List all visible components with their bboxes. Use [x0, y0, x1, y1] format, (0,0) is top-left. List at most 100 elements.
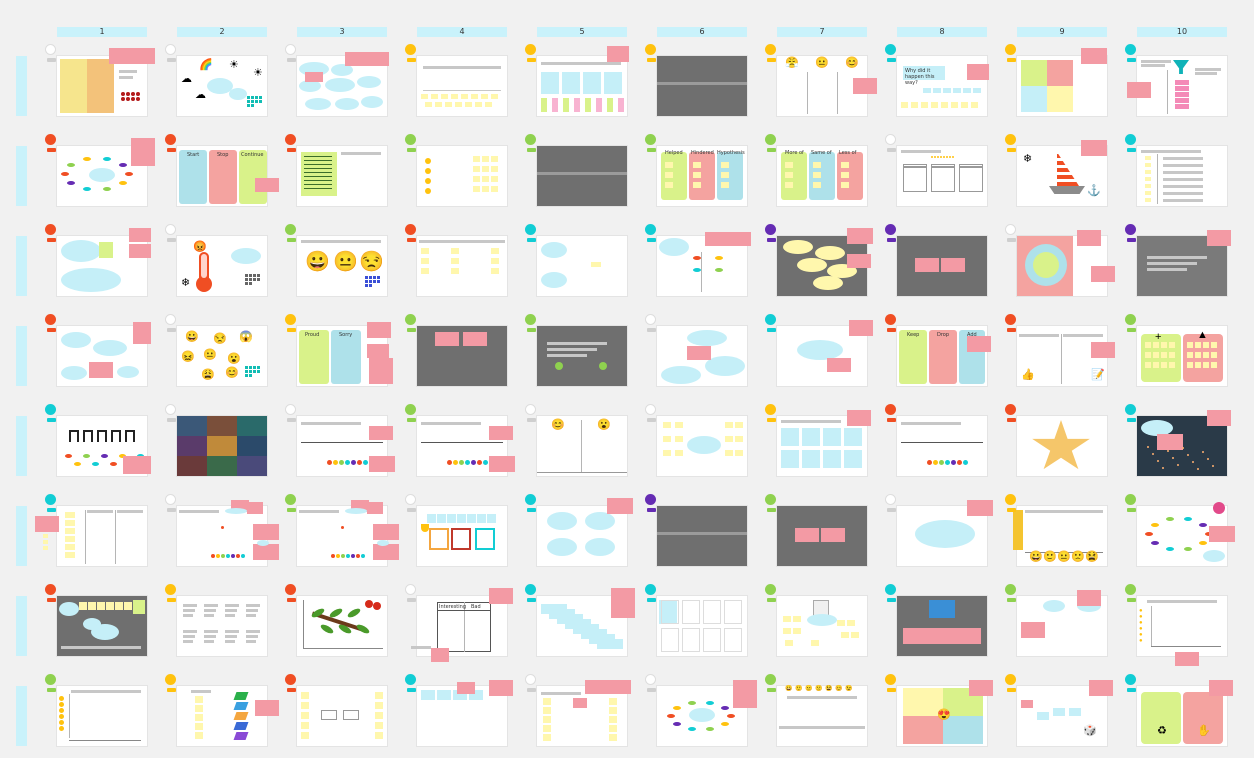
status-dot[interactable] [405, 44, 416, 55]
pink-sticky-note[interactable] [847, 254, 871, 268]
pink-sticky-note[interactable] [255, 700, 279, 716]
template-frame-r8c10[interactable]: ♻ ✋ [1137, 680, 1233, 746]
status-dot[interactable] [165, 674, 176, 685]
pink-sticky-note[interactable] [1175, 652, 1199, 666]
status-dot[interactable] [885, 224, 896, 235]
template-frame-r1c6[interactable] [657, 56, 747, 116]
pink-sticky-note[interactable] [1207, 410, 1231, 426]
status-dot[interactable] [1125, 674, 1136, 685]
pink-sticky-note[interactable] [247, 502, 263, 514]
status-dot[interactable] [525, 134, 536, 145]
pink-sticky-note[interactable] [345, 52, 389, 66]
template-frame-r4c9[interactable]: 👍 📝 [1017, 326, 1115, 386]
pink-sticky-note[interactable] [463, 332, 487, 346]
template-frame-r4c6[interactable] [657, 326, 747, 386]
pink-sticky-note[interactable] [1077, 230, 1101, 246]
pink-sticky-note[interactable] [431, 648, 449, 662]
template-frame-r7c7[interactable] [777, 596, 867, 656]
status-dot[interactable] [45, 404, 56, 415]
pink-sticky-note[interactable] [607, 46, 629, 62]
pink-sticky-note[interactable] [369, 426, 393, 440]
board-canvas[interactable]: 1 2 3 4 5 6 7 8 9 10 🌈 ☀ ☀ ☁ ☁ 😤 😐 😊 Why did it happen thi… [0, 0, 1254, 758]
status-dot[interactable] [1125, 404, 1136, 415]
template-frame-r5c6[interactable] [657, 416, 747, 476]
row-header-7[interactable] [16, 596, 27, 656]
status-dot[interactable] [765, 404, 776, 415]
status-dot[interactable] [1125, 494, 1136, 505]
row-header-3[interactable] [16, 236, 27, 296]
column-header-3[interactable]: 3 [297, 27, 387, 37]
template-frame-r3c9[interactable] [1017, 230, 1115, 296]
status-dot[interactable] [1005, 224, 1016, 235]
status-dot[interactable] [45, 494, 56, 505]
pink-sticky-note[interactable] [955, 628, 981, 644]
status-dot[interactable] [765, 44, 776, 55]
template-frame-r4c8[interactable]: Keep Drop Add [897, 326, 991, 386]
template-frame-r7c6[interactable] [657, 596, 747, 656]
template-frame-r4c3[interactable]: Proud Sorry [297, 322, 393, 386]
template-frame-r8c2[interactable] [177, 686, 279, 746]
template-frame-r4c10[interactable]: + ▲ [1137, 326, 1227, 386]
status-dot[interactable] [765, 224, 776, 235]
status-dot[interactable] [285, 134, 296, 145]
column-header-2[interactable]: 2 [177, 27, 267, 37]
template-frame-r3c4[interactable] [417, 236, 507, 296]
pink-sticky-note[interactable] [1209, 526, 1235, 542]
pink-sticky-note[interactable] [733, 680, 757, 708]
template-frame-r8c5[interactable] [537, 680, 631, 746]
status-dot[interactable] [285, 44, 296, 55]
pink-sticky-note[interactable] [1021, 622, 1045, 638]
status-dot[interactable] [1005, 314, 1016, 325]
template-frame-r1c9[interactable] [1017, 48, 1107, 116]
status-dot[interactable] [765, 314, 776, 325]
status-dot[interactable] [405, 494, 416, 505]
column-header-9[interactable]: 9 [1017, 27, 1107, 37]
template-frame-r2c10[interactable] [1137, 146, 1227, 206]
template-frame-r4c4[interactable] [417, 326, 507, 386]
status-dot[interactable] [45, 674, 56, 685]
template-frame-r5c8[interactable] [897, 416, 987, 476]
pink-sticky-note[interactable] [1089, 680, 1113, 696]
column-header-4[interactable]: 4 [417, 27, 507, 37]
status-dot[interactable] [765, 584, 776, 595]
pink-sticky-note[interactable] [967, 500, 993, 516]
status-dot[interactable] [285, 314, 296, 325]
status-dot[interactable] [525, 314, 536, 325]
pink-sticky-note[interactable] [373, 524, 399, 540]
pink-sticky-note[interactable] [89, 362, 113, 378]
column-header-6[interactable]: 6 [657, 27, 747, 37]
template-frame-r8c8[interactable]: 😍 [897, 680, 993, 746]
status-dot[interactable] [165, 44, 176, 55]
pink-sticky-note[interactable] [903, 628, 929, 644]
template-frame-r3c3[interactable]: 😀 😐 😒 [297, 236, 387, 296]
template-frame-r7c8[interactable] [897, 596, 987, 656]
template-frame-r7c10[interactable]: ● ● ● ● ● ● [1137, 596, 1227, 666]
pink-sticky-note[interactable] [821, 528, 845, 542]
pink-sticky-note[interactable] [457, 682, 475, 694]
status-dot[interactable] [1125, 314, 1136, 325]
template-frame-r3c5[interactable] [537, 236, 627, 296]
pink-sticky-note[interactable] [253, 544, 279, 560]
status-dot[interactable] [1125, 224, 1136, 235]
status-dot[interactable] [525, 584, 536, 595]
status-dot[interactable] [885, 134, 896, 145]
status-dot[interactable] [885, 44, 896, 55]
row-header-5[interactable] [16, 416, 27, 476]
template-frame-r3c1[interactable] [57, 228, 151, 296]
status-dot[interactable] [165, 584, 176, 595]
status-dot[interactable] [885, 314, 896, 325]
pink-sticky-note[interactable] [1127, 82, 1151, 98]
pink-sticky-note[interactable] [607, 498, 633, 514]
status-dot[interactable] [885, 674, 896, 685]
template-frame-r6c7[interactable] [777, 506, 867, 566]
template-frame-r8c7[interactable]: 😀 🙂 😐 🙁 😫 😊 😉 [777, 686, 867, 746]
status-dot[interactable] [885, 404, 896, 415]
template-frame-r8c9[interactable]: 🎲 [1017, 680, 1113, 746]
status-dot[interactable] [1005, 404, 1016, 415]
status-dot[interactable] [525, 404, 536, 415]
pink-sticky-note[interactable] [369, 358, 393, 384]
template-frame-r1c5[interactable] [537, 46, 629, 116]
status-dot[interactable] [165, 404, 176, 415]
pink-sticky-note[interactable] [369, 456, 395, 472]
template-frame-r6c6[interactable] [657, 506, 747, 566]
